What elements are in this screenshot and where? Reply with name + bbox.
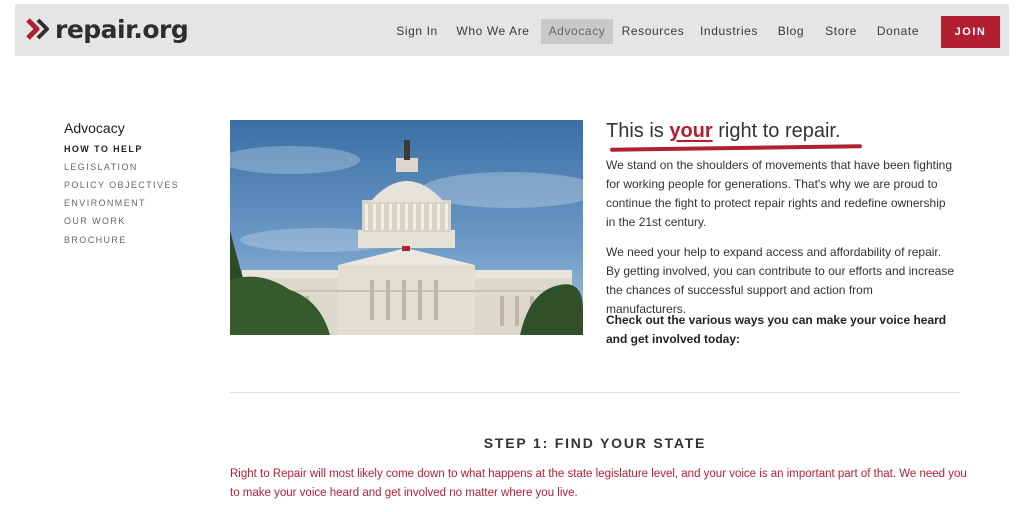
nav-advocacy[interactable]: Advocacy bbox=[541, 19, 613, 44]
repair-logo-icon bbox=[26, 18, 49, 40]
join-button[interactable]: JOIN bbox=[941, 16, 1000, 48]
nav-who-we-are[interactable]: Who We Are bbox=[455, 19, 531, 44]
heading-prefix: This is bbox=[606, 120, 670, 142]
nav-store[interactable]: Store bbox=[821, 19, 861, 44]
site-logo[interactable]: repair.org bbox=[24, 14, 189, 44]
nav-blog[interactable]: Blog bbox=[773, 19, 809, 44]
heading-emphasis: your bbox=[669, 120, 713, 142]
section-divider bbox=[230, 392, 960, 393]
heading-underline-accent bbox=[609, 144, 863, 152]
call-to-action-text: Check out the various ways you can make … bbox=[606, 313, 947, 346]
hero-heading: This is your right to repair. bbox=[606, 120, 841, 143]
sidebar-item-policy-objectives[interactable]: POLICY OBJECTIVES bbox=[64, 180, 179, 190]
heading-suffix: right to repair. bbox=[712, 120, 841, 142]
top-navigation-bar: repair.org Sign In Who We Are Advocacy R… bbox=[15, 4, 1009, 56]
nav-sign-in[interactable]: Sign In bbox=[391, 19, 443, 44]
nav-donate[interactable]: Donate bbox=[873, 19, 923, 44]
sidebar-item-how-to-help[interactable]: HOW TO HELP bbox=[64, 144, 143, 154]
sidebar-item-our-work[interactable]: OUR WORK bbox=[64, 216, 126, 226]
nav-industries[interactable]: Industries bbox=[697, 19, 761, 44]
sidebar-item-legislation[interactable]: LEGISLATION bbox=[64, 162, 138, 172]
sidebar-item-environment[interactable]: ENVIRONMENT bbox=[64, 198, 146, 208]
sidebar-item-brochure[interactable]: BROCHURE bbox=[64, 235, 127, 245]
intro-paragraph: We stand on the shoulders of movements t… bbox=[606, 158, 952, 229]
help-paragraph: We need your help to expand access and a… bbox=[606, 245, 954, 316]
capitol-building-photo bbox=[230, 120, 583, 335]
nav-resources[interactable]: Resources bbox=[621, 19, 685, 44]
sidebar-title: Advocacy bbox=[64, 120, 125, 136]
step-description: Right to Repair will most likely come do… bbox=[230, 468, 967, 499]
step-title: STEP 1: FIND YOUR STATE bbox=[483, 435, 707, 451]
logo-text: repair.org bbox=[55, 14, 189, 44]
